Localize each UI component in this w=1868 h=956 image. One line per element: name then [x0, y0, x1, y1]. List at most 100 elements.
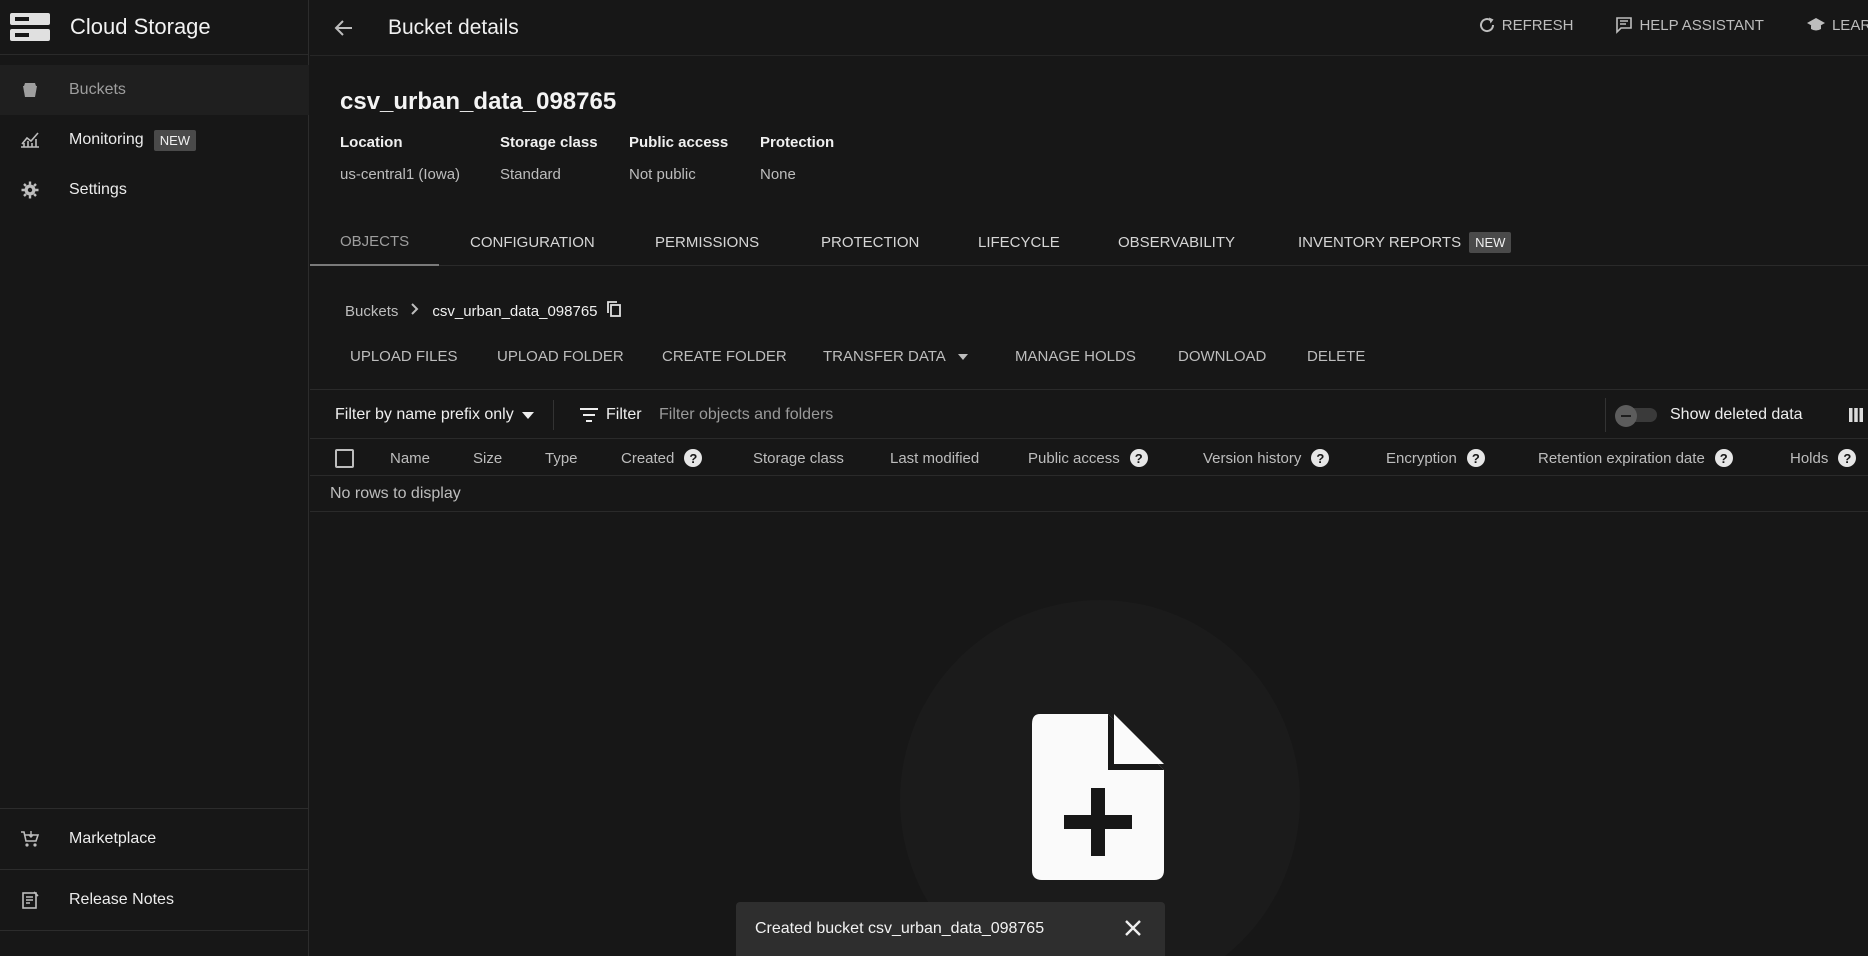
meta-value: Not public	[629, 166, 696, 183]
back-arrow-icon[interactable]	[332, 16, 356, 40]
transfer-data-label: TRANSFER DATA	[823, 348, 946, 365]
sidebar-item-label: Release Notes	[69, 891, 174, 908]
tab-objects[interactable]: OBJECTS	[310, 218, 440, 266]
refresh-button[interactable]: REFRESH	[1478, 16, 1574, 34]
snackbar: Created bucket csv_urban_data_098765	[736, 902, 1165, 956]
column-label: Holds	[1790, 449, 1829, 467]
sidebar-item-release-notes[interactable]: Release Notes	[0, 875, 309, 925]
column-header-public-access[interactable]: Public access?	[1028, 440, 1148, 476]
help-icon[interactable]: ?	[1129, 449, 1148, 467]
delete-button[interactable]: DELETE	[1307, 348, 1365, 365]
upload-folder-button[interactable]: UPLOAD FOLDER	[497, 348, 624, 365]
column-header-name[interactable]: Name	[390, 440, 430, 476]
meta-value: None	[760, 166, 796, 183]
meta-key: Location	[340, 134, 403, 151]
column-header-version-history[interactable]: Version history?	[1203, 440, 1330, 476]
column-label: Created	[621, 449, 675, 467]
tab-label: INVENTORY REPORTS	[1298, 233, 1462, 251]
transfer-data-button[interactable]: TRANSFER DATA	[823, 348, 968, 365]
close-icon[interactable]	[1123, 918, 1143, 943]
new-badge: NEW	[153, 129, 197, 151]
help-icon[interactable]: ?	[1311, 449, 1330, 467]
learn-label: LEARN	[1831, 16, 1868, 34]
column-label: Version history	[1203, 449, 1302, 467]
sidebar-item-label: Settings	[69, 181, 127, 198]
meta-key: Storage class	[500, 134, 598, 151]
help-icon[interactable]: ?	[1466, 449, 1485, 467]
chat-icon	[1616, 17, 1633, 34]
tab-permissions[interactable]: PERMISSIONS	[655, 218, 759, 266]
meta-storage-class: Storage class Standard	[500, 134, 598, 183]
select-all-checkbox[interactable]	[335, 449, 354, 468]
chevron-right-icon	[410, 302, 420, 320]
breadcrumb-current: csv_urban_data_098765	[432, 302, 598, 320]
notes-icon	[19, 889, 41, 911]
meta-value: us-central1 (Iowa)	[340, 166, 461, 183]
upload-files-button[interactable]: UPLOAD FILES	[350, 348, 458, 365]
copy-icon[interactable]	[606, 300, 622, 322]
column-header-retention-expiration-date[interactable]: Retention expiration date?	[1538, 440, 1733, 476]
breadcrumb: Buckets csv_urban_data_098765	[345, 300, 622, 322]
caret-down-icon	[957, 353, 968, 360]
tab-inventory-reports[interactable]: INVENTORY REPORTS NEW	[1298, 218, 1512, 266]
column-display-icon[interactable]	[1848, 407, 1864, 428]
page-title: Bucket details	[388, 15, 519, 39]
filter-input[interactable]	[659, 402, 1079, 428]
empty-table-message: No rows to display	[310, 476, 1868, 512]
sidebar-item-label: Monitoring	[69, 131, 144, 148]
divider	[1605, 398, 1606, 432]
refresh-label: REFRESH	[1501, 16, 1574, 34]
create-folder-button[interactable]: CREATE FOLDER	[662, 348, 787, 365]
column-header-holds[interactable]: Holds?	[1790, 440, 1857, 476]
gear-icon	[19, 179, 41, 201]
table-header: Name Size Type Created? Storage class La…	[310, 440, 1868, 476]
manage-holds-button[interactable]: MANAGE HOLDS	[1015, 348, 1136, 365]
filter-icon	[580, 408, 598, 422]
help-icon[interactable]: ?	[684, 449, 703, 467]
meta-key: Protection	[760, 134, 835, 151]
meta-protection: Protection None	[760, 134, 834, 183]
column-label: Retention expiration date	[1538, 449, 1705, 467]
column-header-size[interactable]: Size	[473, 440, 502, 476]
snackbar-message: Created bucket csv_urban_data_098765	[755, 920, 1045, 937]
show-deleted-label: Show deleted data	[1670, 406, 1803, 423]
sidebar-item-buckets[interactable]: Buckets	[0, 65, 309, 115]
tab-lifecycle[interactable]: LIFECYCLE	[978, 218, 1060, 266]
meta-value: Standard	[500, 166, 561, 183]
filter-label: Filter	[606, 406, 642, 423]
learn-button[interactable]: LEARN	[1806, 16, 1868, 34]
sidebar-item-marketplace[interactable]: Marketplace	[0, 814, 309, 864]
column-header-storage-class[interactable]: Storage class	[753, 440, 844, 476]
sidebar-item-label: Marketplace	[69, 830, 157, 847]
help-assistant-button[interactable]: HELP ASSISTANT	[1615, 16, 1764, 34]
column-header-last-modified[interactable]: Last modified	[890, 440, 979, 476]
tab-protection[interactable]: PROTECTION	[821, 218, 919, 266]
help-assistant-label: HELP ASSISTANT	[1639, 16, 1764, 34]
top-actions: REFRESH HELP ASSISTANT LEARN	[1436, 0, 1868, 50]
column-label: Public access	[1028, 449, 1120, 467]
sidebar-item-monitoring[interactable]: Monitoring NEW	[0, 115, 309, 165]
caret-down-icon	[521, 411, 534, 419]
cart-icon	[19, 828, 41, 850]
column-header-created[interactable]: Created?	[621, 440, 703, 476]
sidebar-title: Cloud Storage	[70, 14, 211, 39]
download-button[interactable]: DOWNLOAD	[1178, 348, 1266, 365]
breadcrumb-buckets-link[interactable]: Buckets	[345, 303, 398, 320]
tab-observability[interactable]: OBSERVABILITY	[1118, 218, 1235, 266]
help-icon[interactable]: ?	[1714, 449, 1733, 467]
filter-prefix-label: Filter by name prefix only	[335, 406, 514, 423]
school-icon	[1806, 18, 1825, 31]
column-header-encryption[interactable]: Encryption?	[1386, 440, 1485, 476]
cloud-storage-logo-icon	[10, 13, 50, 41]
show-deleted-toggle[interactable]	[1615, 405, 1659, 427]
filter-prefix-dropdown[interactable]: Filter by name prefix only	[335, 390, 534, 440]
filter-bar: Filter by name prefix only Filter Show d…	[310, 389, 1868, 439]
meta-location: Location us-central1 (Iowa)	[340, 134, 460, 183]
column-header-type[interactable]: Type	[545, 440, 578, 476]
tab-configuration[interactable]: CONFIGURATION	[470, 218, 595, 266]
refresh-icon	[1479, 17, 1494, 33]
chart-icon	[19, 129, 41, 151]
filter-button[interactable]: Filter	[580, 390, 642, 440]
sidebar-item-settings[interactable]: Settings	[0, 165, 309, 215]
help-icon[interactable]: ?	[1838, 449, 1857, 467]
